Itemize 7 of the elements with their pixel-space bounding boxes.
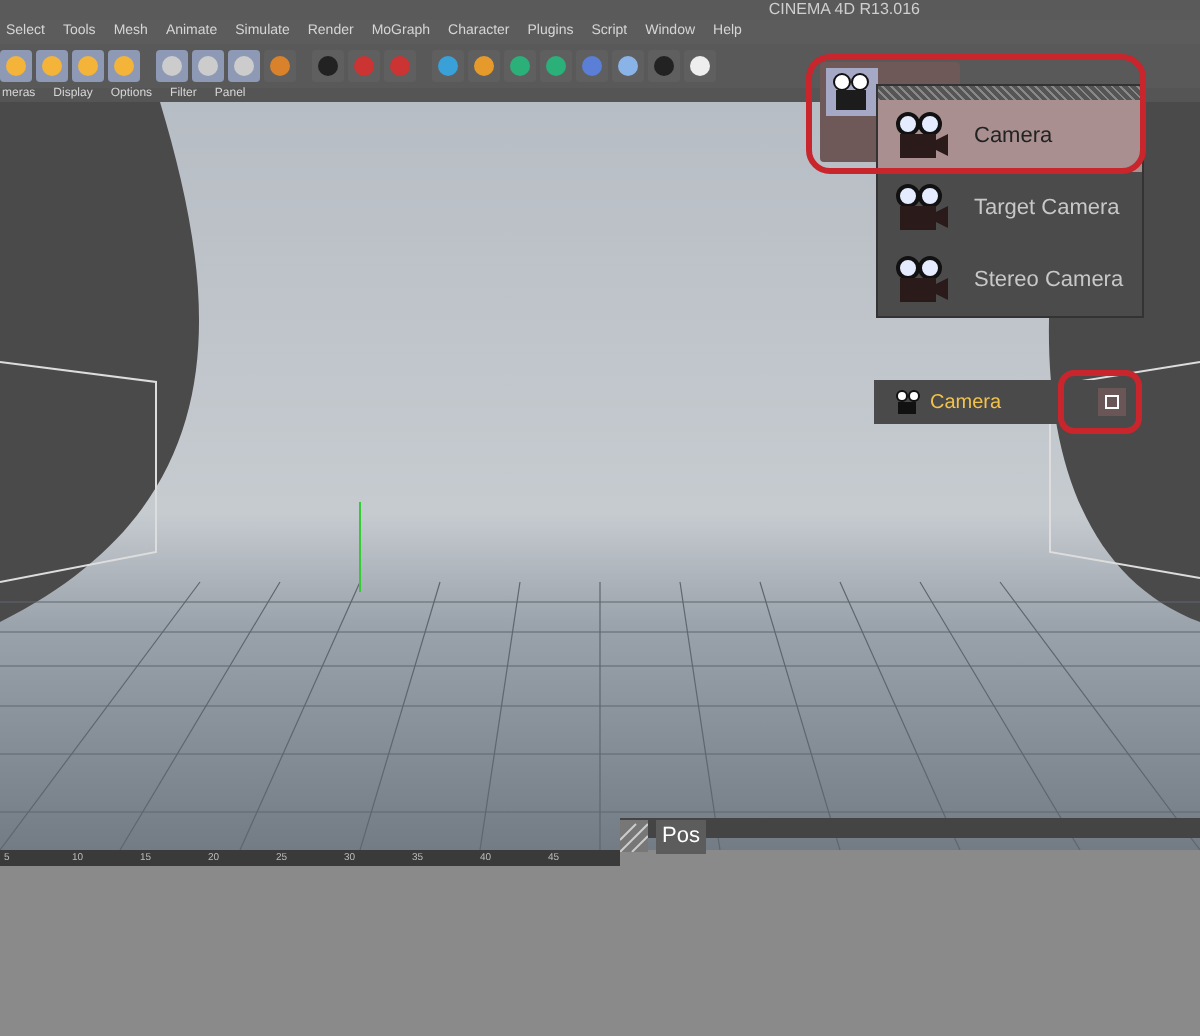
panel-tab[interactable]: Pos [656, 820, 706, 853]
object-name[interactable]: Camera [930, 387, 1002, 417]
highlight-outline [1058, 370, 1142, 434]
window-title: CINEMA 4D R13.016 [768, 0, 920, 20]
render-tag-icon[interactable] [1098, 388, 1126, 416]
grip-icon [620, 820, 648, 853]
menu-item[interactable]: Camera [878, 100, 1142, 172]
